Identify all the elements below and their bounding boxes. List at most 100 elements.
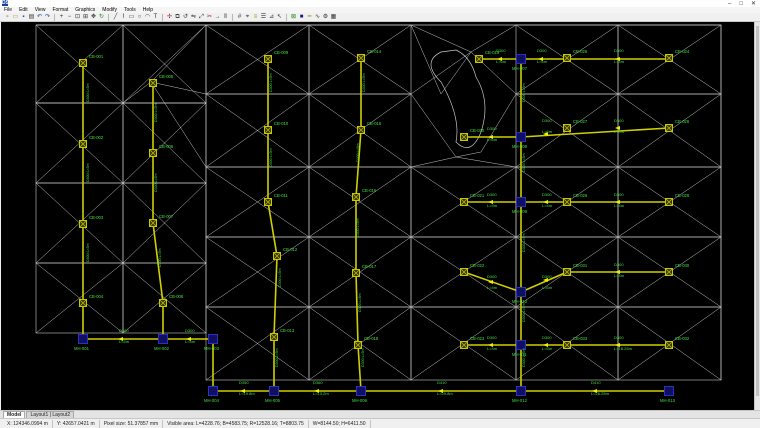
- offset-icon[interactable]: ⫴: [222, 14, 229, 21]
- pipe-vertical-label: D300 L=5m: [356, 218, 360, 237]
- manhole-icon[interactable]: [208, 334, 218, 344]
- rectangle-icon[interactable]: ▭: [128, 14, 135, 21]
- pipe-vertical-label: D300 L=5m: [86, 243, 90, 262]
- arc-icon[interactable]: ◠: [144, 14, 151, 21]
- zoom-window-icon[interactable]: ⊡: [74, 14, 81, 21]
- manhole-icon[interactable]: [269, 386, 279, 396]
- scale-icon[interactable]: ⤢: [198, 14, 205, 21]
- manhole-icon[interactable]: [158, 334, 168, 344]
- grid-diagonal: [410, 24, 472, 53]
- manhole-icon[interactable]: [664, 386, 674, 396]
- zoom-in-icon[interactable]: +: [58, 14, 65, 21]
- print-icon[interactable]: ▤: [28, 14, 35, 21]
- catch-basin-label: CB-026: [675, 119, 690, 124]
- toolbar: ▫ ▭ ▪ ▤ ↶ ↷ + − ⊡ ⊞ ✥ ↻ ╱ ⌇ ▭ ○ ◠ T ✢ ⧉ ↺ ⇋ ⤢ ✂ → ⫴ # ⌖ ≡ ☰ ⊿ ↖ ⊠ ■ ━ ∿ ⚙ ▦: [0, 13, 760, 22]
- measure-icon[interactable]: ⊿: [268, 14, 275, 21]
- pipe-segment: [267, 201, 278, 257]
- drawing-canvas[interactable]: CB-001 CB-002 CB-003 CB-004 CB-005 CB-006 CB-0…: [1, 22, 754, 410]
- select-icon[interactable]: ↖: [276, 14, 283, 21]
- grid-diagonal: [150, 81, 207, 95]
- manhole-icon[interactable]: [208, 386, 218, 396]
- snap-icon[interactable]: ⌖: [244, 14, 251, 21]
- drainage-network-drawing[interactable]: CB-001 CB-002 CB-003 CB-004 CB-005 CB-006 CB-0…: [1, 22, 754, 410]
- new-file-icon[interactable]: ▫: [4, 14, 11, 21]
- manhole-icon[interactable]: [516, 287, 526, 297]
- maximize-button[interactable]: □: [739, 1, 743, 7]
- scrollbar-thumb[interactable]: [756, 26, 759, 396]
- catch-basin-label: CB-004: [89, 294, 104, 299]
- pipe-length-label: L=4m: [185, 339, 196, 344]
- grid-icon[interactable]: #: [236, 14, 243, 21]
- catch-basin-icon[interactable]: ⊠: [290, 14, 297, 21]
- manhole-label: MH-009: [512, 209, 528, 214]
- catch-basin-label: CB-027: [573, 119, 588, 124]
- manhole-icon[interactable]: [78, 334, 88, 344]
- catch-basin-label: CB-003: [89, 215, 104, 220]
- manhole-label: MH-006: [352, 398, 368, 403]
- toolbar-separator: [108, 13, 109, 21]
- copy-icon[interactable]: ⧉: [174, 14, 181, 21]
- toolbar-separator: [232, 13, 233, 21]
- redo-icon[interactable]: ↷: [44, 14, 51, 21]
- zoom-extents-icon[interactable]: ⊞: [82, 14, 89, 21]
- manhole-icon[interactable]: [516, 197, 526, 207]
- line-icon[interactable]: ╱: [112, 14, 119, 21]
- pipe-length-label: L=26.25m: [591, 391, 610, 396]
- grid-diagonal: [410, 93, 457, 158]
- manhole-label: MH-012: [512, 398, 528, 403]
- manhole-icon[interactable]: [516, 386, 526, 396]
- pipe-icon[interactable]: ━: [306, 14, 313, 21]
- catch-basin-label: CB-031: [573, 263, 588, 268]
- rotate-icon[interactable]: ↺: [182, 14, 189, 21]
- manhole-label: MH-004: [204, 398, 220, 403]
- undo-icon[interactable]: ↶: [36, 14, 43, 21]
- pipe-diameter-label: D300: [542, 274, 552, 279]
- polyline-icon[interactable]: ⌇: [120, 14, 127, 21]
- text-icon[interactable]: T: [152, 14, 159, 21]
- zoom-out-icon[interactable]: −: [66, 14, 73, 21]
- pipe-vertical-label: D300 L=5m: [522, 303, 526, 322]
- close-button[interactable]: ✕: [751, 0, 756, 7]
- properties-icon[interactable]: ☰: [260, 14, 267, 21]
- manhole-icon[interactable]: [516, 54, 526, 64]
- pipe-segment: [355, 129, 362, 198]
- grid-diagonal: [455, 156, 517, 168]
- extend-icon[interactable]: →: [214, 14, 221, 21]
- catch-basin-label: CB-020: [470, 128, 485, 133]
- manhole-icon[interactable]: ■: [298, 14, 305, 21]
- catch-basin-label: CB-006: [159, 144, 174, 149]
- manhole-icon[interactable]: [516, 340, 526, 350]
- settings-icon[interactable]: ⚙: [322, 14, 329, 21]
- grid-diagonal: [410, 51, 472, 95]
- status-width-height: W=8144.50; H=6411.50: [309, 419, 371, 428]
- report-icon[interactable]: ▦: [330, 14, 337, 21]
- catch-basin-label: CB-017: [362, 264, 377, 269]
- manhole-label: MH-007: [512, 66, 528, 71]
- mirror-icon[interactable]: ⇋: [190, 14, 197, 21]
- status-x-coordinate: X: 124346.0994 m: [3, 419, 53, 428]
- tab-model[interactable]: Model: [3, 411, 26, 418]
- manhole-label: MH-001: [74, 346, 90, 351]
- manhole-icon[interactable]: [356, 386, 366, 396]
- trim-icon[interactable]: ✂: [206, 14, 213, 21]
- catch-basin-label: CB-009: [274, 50, 289, 55]
- pipe-vertical-label: D300 L=5m: [356, 143, 360, 162]
- catch-basin-label: CB-015: [367, 121, 382, 126]
- layers-icon[interactable]: ≡: [252, 14, 259, 21]
- pipe-length-label: L=4m: [614, 203, 625, 208]
- move-icon[interactable]: ✢: [166, 14, 173, 21]
- profile-icon[interactable]: ∿: [314, 14, 321, 21]
- tab-layouts[interactable]: Layout1 | Layout2: [26, 411, 75, 418]
- pipe-length-label: L=5m: [542, 346, 553, 351]
- catch-basin-label: CB-024: [675, 49, 690, 54]
- pan-icon[interactable]: ✥: [90, 14, 97, 21]
- save-icon[interactable]: ▪: [20, 14, 27, 21]
- minimize-button[interactable]: –: [728, 1, 731, 7]
- manhole-icon[interactable]: [516, 132, 526, 142]
- vertical-scrollbar[interactable]: [754, 22, 760, 410]
- redraw-icon[interactable]: ↻: [98, 14, 105, 21]
- open-folder-icon[interactable]: ▭: [12, 14, 19, 21]
- status-bar: X: 124346.0994 m Y: 42657.0421 m Pixel s…: [0, 418, 760, 428]
- circle-icon[interactable]: ○: [136, 14, 143, 21]
- pipe-diameter-label: D300: [487, 274, 497, 279]
